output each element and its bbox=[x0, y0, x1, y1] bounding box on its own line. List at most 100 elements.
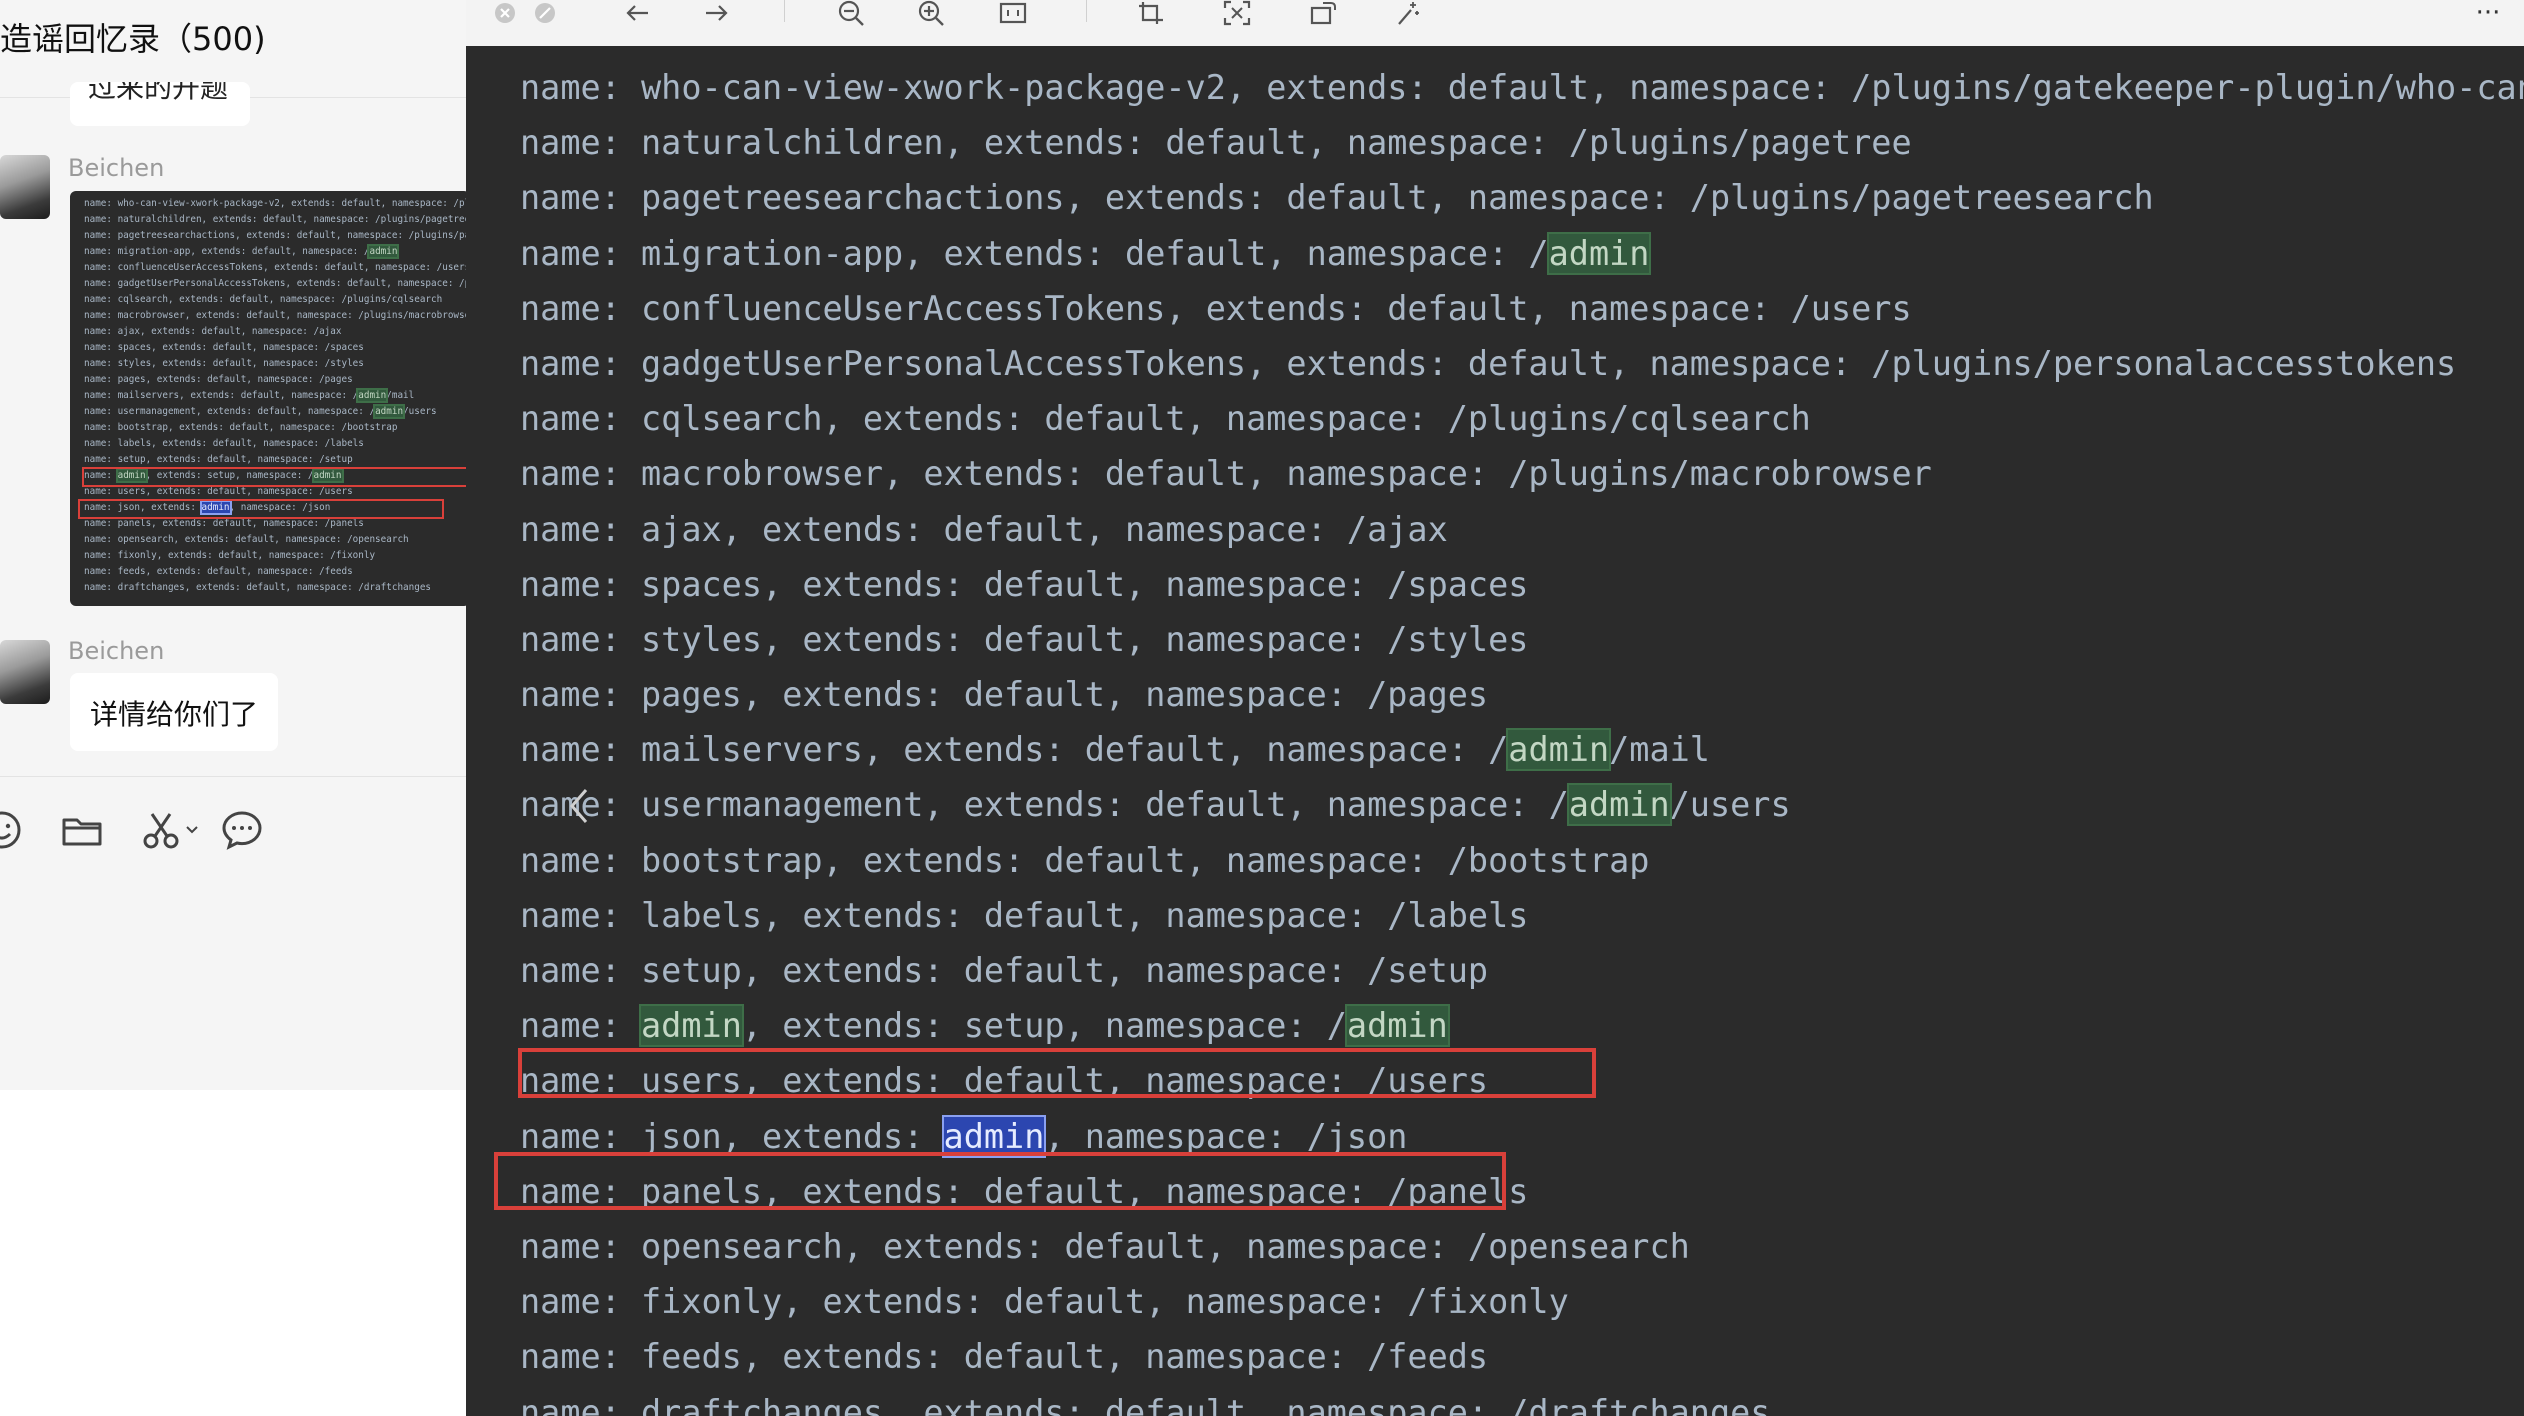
folder-icon[interactable] bbox=[60, 808, 104, 856]
code-text: name: gadgetUserPersonalAccessTokens, ex… bbox=[520, 343, 2457, 383]
thumbnail-code-line: name: bootstrap, extends: default, names… bbox=[84, 420, 466, 436]
arrow-left-icon[interactable] bbox=[622, 0, 652, 26]
code-text: name: pagetreesearchactions, extends: de… bbox=[520, 178, 2154, 218]
close-icon[interactable] bbox=[492, 0, 518, 26]
search-highlight: admin bbox=[367, 244, 400, 259]
code-text: name: opensearch, extends: default, name… bbox=[84, 534, 409, 545]
thumbnail-annotation-box bbox=[78, 499, 444, 519]
code-line: name: macrobrowser, extends: default, na… bbox=[520, 446, 2524, 501]
code-text: name: bootstrap, extends: default, names… bbox=[520, 840, 1650, 880]
code-text: name: naturalchildren, extends: default,… bbox=[84, 214, 467, 225]
code-text: /users bbox=[403, 406, 437, 417]
code-text: /mail bbox=[386, 390, 415, 401]
chat-panel: 造谣回忆录（500) 过来的开题 Beichen name: who-can-v… bbox=[0, 0, 467, 1090]
code-text: name: migration-app, extends: default, n… bbox=[84, 246, 370, 257]
search-highlight: admin bbox=[373, 404, 406, 419]
code-text: /mail bbox=[1609, 730, 1710, 770]
fit-icon[interactable] bbox=[998, 0, 1028, 26]
sender-name: Beichen bbox=[68, 154, 165, 182]
code-text: name: mailservers, extends: default, nam… bbox=[520, 730, 1509, 770]
code-line: name: gadgetUserPersonalAccessTokens, ex… bbox=[520, 336, 2524, 391]
code-line: name: who-can-view-xwork-package-v2, ext… bbox=[520, 60, 2524, 115]
code-text: name: panels, extends: default, namespac… bbox=[84, 518, 364, 529]
thumbnail-code-line: name: mailservers, extends: default, nam… bbox=[84, 388, 466, 404]
more-icon[interactable]: ··· bbox=[2468, 0, 2508, 28]
code-line: name: opensearch, extends: default, name… bbox=[520, 1219, 2524, 1274]
chevron-left-icon[interactable] bbox=[564, 786, 594, 830]
code-text: name: draftchanges, extends: default, na… bbox=[520, 1392, 1771, 1416]
thumbnail-code-line: name: gadgetUserPersonalAccessTokens, ex… bbox=[84, 276, 466, 292]
input-divider bbox=[0, 776, 466, 777]
code-text: , extends: setup, namespace: / bbox=[741, 1006, 1347, 1046]
message-text: 详情给你们了 bbox=[90, 698, 259, 731]
search-highlight: admin bbox=[639, 1004, 744, 1048]
arrow-right-icon[interactable] bbox=[702, 0, 732, 26]
code-text: name: pagetreesearchactions, extends: de… bbox=[84, 230, 467, 241]
code-text: name: cqlsearch, extends: default, names… bbox=[84, 294, 443, 305]
code-line: name: draftchanges, extends: default, na… bbox=[520, 1385, 2524, 1416]
code-line: name: labels, extends: default, namespac… bbox=[520, 888, 2524, 943]
code-text: name: usermanagement, extends: default, … bbox=[520, 785, 1569, 825]
avatar[interactable] bbox=[0, 155, 50, 219]
thumbnail-code-line: name: pages, extends: default, namespace… bbox=[84, 372, 466, 388]
search-highlight: admin bbox=[1566, 783, 1672, 827]
rotate-icon[interactable] bbox=[1308, 0, 1338, 26]
chat-bubble-icon[interactable] bbox=[220, 808, 264, 856]
code-text: name: cqlsearch, extends: default, names… bbox=[520, 399, 1811, 439]
zoom-out-icon[interactable] bbox=[836, 0, 866, 26]
code-text: name: who-can-view-xwork-package-v2, ext… bbox=[84, 198, 466, 209]
code-line: name: mailservers, extends: default, nam… bbox=[520, 722, 2524, 777]
avatar[interactable] bbox=[0, 640, 50, 704]
chevron-down-icon[interactable] bbox=[184, 822, 200, 842]
thumbnail-code-line: name: who-can-view-xwork-package-v2, ext… bbox=[84, 196, 466, 212]
message-bubble[interactable]: 详情给你们了 bbox=[70, 673, 278, 751]
code-text: name: bbox=[520, 1006, 642, 1046]
code-text: name: styles, extends: default, namespac… bbox=[520, 619, 1529, 659]
previous-message-text: 过来的开题 bbox=[88, 82, 229, 104]
code-line: name: migration-app, extends: default, n… bbox=[520, 226, 2524, 281]
code-text: name: bootstrap, extends: default, names… bbox=[84, 422, 398, 433]
code-text: name: who-can-view-xwork-package-v2, ext… bbox=[520, 68, 2524, 107]
toolbar-separator bbox=[784, 0, 785, 22]
code-line: name: spaces, extends: default, namespac… bbox=[520, 557, 2524, 612]
code-text: name: ajax, extends: default, namespace:… bbox=[520, 509, 1448, 549]
thumbnail-code-line: name: spaces, extends: default, namespac… bbox=[84, 340, 466, 356]
code-text: name: pages, extends: default, namespace… bbox=[520, 675, 1489, 715]
code-line: name: naturalchildren, extends: default,… bbox=[520, 115, 2524, 170]
zoom-in-icon[interactable] bbox=[916, 0, 946, 26]
sender-name: Beichen bbox=[68, 637, 165, 665]
code-text: name: setup, extends: default, namespace… bbox=[84, 454, 353, 465]
code-text: name: macrobrowser, extends: default, na… bbox=[84, 310, 467, 321]
code-text: name: spaces, extends: default, namespac… bbox=[84, 342, 364, 353]
code-text: name: styles, extends: default, namespac… bbox=[84, 358, 364, 369]
thumbnail-code-line: name: migration-app, extends: default, n… bbox=[84, 244, 466, 260]
chat-title: 造谣回忆录（500) bbox=[0, 20, 266, 58]
thumbnail-code-line: name: styles, extends: default, namespac… bbox=[84, 356, 466, 372]
code-text: name: usermanagement, extends: default, … bbox=[84, 406, 376, 417]
magic-icon[interactable] bbox=[1392, 0, 1422, 26]
previous-message-bubble[interactable]: 过来的开题 bbox=[70, 82, 250, 126]
code-line: name: cqlsearch, extends: default, names… bbox=[520, 391, 2524, 446]
thumbnail-code-line: name: ajax, extends: default, namespace:… bbox=[84, 324, 466, 340]
thumbnail-annotation-box bbox=[82, 467, 466, 487]
code-line: name: pages, extends: default, namespace… bbox=[520, 667, 2524, 722]
minimize-icon[interactable] bbox=[532, 0, 558, 26]
thumbnail-code-line: name: usermanagement, extends: default, … bbox=[84, 404, 466, 420]
image-message-thumbnail[interactable]: name: who-can-view-xwork-package-v2, ext… bbox=[70, 191, 467, 606]
code-text: name: spaces, extends: default, namespac… bbox=[520, 564, 1529, 604]
code-text: name: mailservers, extends: default, nam… bbox=[84, 390, 359, 401]
code-text: name: json, extends: bbox=[520, 1116, 944, 1156]
thumbnail-code-line: name: draftchanges, extends: default, na… bbox=[84, 580, 466, 596]
code-text: name: macrobrowser, extends: default, na… bbox=[520, 454, 1932, 494]
search-highlight: admin bbox=[1506, 728, 1612, 772]
screenshot-icon[interactable] bbox=[1222, 0, 1252, 26]
crop-icon[interactable] bbox=[1136, 0, 1166, 26]
image-viewer: ··· name: who-can-view-xwork-package-v2,… bbox=[466, 0, 2524, 1416]
scissors-icon[interactable] bbox=[140, 808, 184, 856]
thumbnail-code-line: name: fixonly, extends: default, namespa… bbox=[84, 548, 466, 564]
code-line: name: setup, extends: default, namespace… bbox=[520, 943, 2524, 998]
viewer-toolbar: ··· bbox=[466, 0, 2524, 47]
thumbnail-code-line: name: pagetreesearchactions, extends: de… bbox=[84, 228, 467, 244]
emoji-icon[interactable] bbox=[0, 808, 24, 856]
annotation-box-json-line bbox=[494, 1152, 1506, 1210]
